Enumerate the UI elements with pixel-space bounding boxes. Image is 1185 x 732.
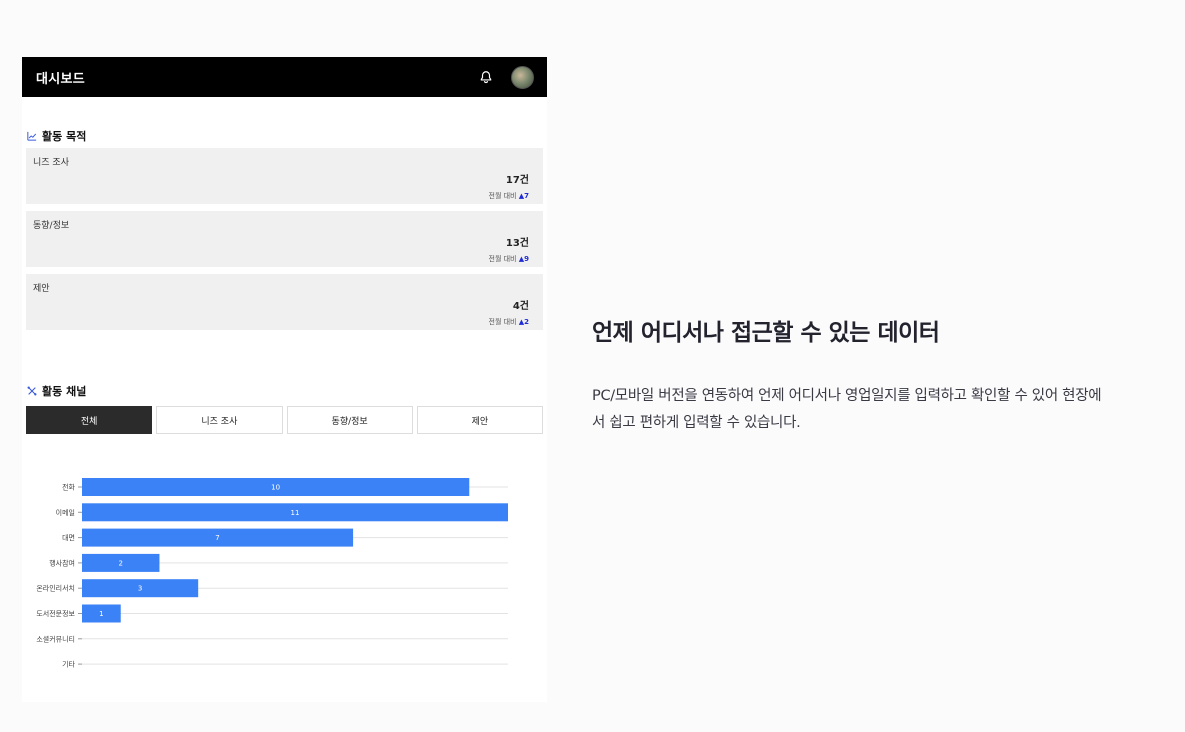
tab-needs[interactable]: 니즈 조사 xyxy=(156,406,283,434)
chart-data-label: 10 xyxy=(271,484,280,492)
card-name: 제안 xyxy=(33,284,50,294)
card-count: 4건 xyxy=(512,301,529,312)
card-delta: 전월 대비 ▲2 xyxy=(488,318,530,326)
tab-trends[interactable]: 동향/정보 xyxy=(286,406,413,434)
chart-category-label: 이메일 xyxy=(56,508,75,517)
channel-heading: 활동 채널 xyxy=(27,383,86,399)
purpose-heading-label: 활동 목적 xyxy=(42,130,87,143)
card-delta: 전월 대비 ▲9 xyxy=(488,255,530,263)
page-title: 대시보드 xyxy=(36,71,86,87)
purpose-card-needs[interactable]: 니즈 조사 17건 전월 대비 ▲7 xyxy=(26,148,543,204)
delta-value: ▲9 xyxy=(518,255,529,263)
purpose-card-trends[interactable]: 동향/정보 13건 전월 대비 ▲9 xyxy=(26,211,543,267)
channel-icon xyxy=(27,386,37,396)
chart-category-label: 소셜커뮤니티 xyxy=(36,634,75,643)
promo-description-line: 서 쉽고 편하게 입력할 수 있습니다. xyxy=(592,415,801,431)
card-name: 니즈 조사 xyxy=(33,158,69,168)
trend-chart-icon xyxy=(27,131,37,141)
delta-value: ▲7 xyxy=(518,192,529,200)
chart-category-label: 온라인리서치 xyxy=(36,584,75,593)
chart-category-label: 대면 xyxy=(62,533,75,542)
chart-category-label: 도서전문정보 xyxy=(36,609,75,618)
delta-value: ▲2 xyxy=(518,318,529,326)
bell-icon[interactable] xyxy=(479,70,493,84)
chart-data-label: 11 xyxy=(291,509,300,517)
dashboard-mockup: 대시보드 활동 목적 니즈 조사 17건 전월 대비 ▲7 동향/정보 13건 … xyxy=(22,57,547,702)
avatar[interactable] xyxy=(511,65,534,89)
card-count: 13건 xyxy=(505,238,529,249)
chart-data-label: 3 xyxy=(138,585,142,593)
purpose-heading: 활동 목적 xyxy=(27,128,86,144)
chart-category-label: 행사참여 xyxy=(49,558,75,567)
chart-data-label: 2 xyxy=(118,559,122,567)
card-delta: 전월 대비 ▲7 xyxy=(488,192,530,200)
chart-category-label: 전화 xyxy=(62,483,75,492)
channel-heading-label: 활동 채널 xyxy=(42,385,87,398)
chart-data-label: 1 xyxy=(99,610,103,618)
channel-bar-chart: 전화 10 이메일 11 대면 7 행사참여 2 온라인리서치 3 도서전문정보 1 소셜커뮤니티기타 xyxy=(36,478,508,669)
purpose-card-proposal[interactable]: 제안 4건 전월 대비 ▲2 xyxy=(26,274,543,330)
tab-proposal[interactable]: 제안 xyxy=(416,406,543,434)
channel-tabs: 전체 니즈 조사 동향/정보 제안 xyxy=(26,406,543,434)
tab-all[interactable]: 전체 xyxy=(26,406,153,434)
chart-data-label: 7 xyxy=(215,534,219,542)
top-bar: 대시보드 xyxy=(22,57,547,97)
promo-description-line: PC/모바일 버전을 연동하여 언제 어디서나 영업일지를 입력하고 확인할 수… xyxy=(592,388,1102,404)
promo-description: PC/모바일 버전을 연동하여 언제 어디서나 영업일지를 입력하고 확인할 수… xyxy=(592,383,1152,437)
card-count: 17건 xyxy=(505,175,529,186)
promo-headline: 언제 어디서나 접근할 수 있는 데이터 xyxy=(592,320,940,346)
chart-category-label: 기타 xyxy=(62,660,75,669)
card-name: 동향/정보 xyxy=(33,221,70,231)
